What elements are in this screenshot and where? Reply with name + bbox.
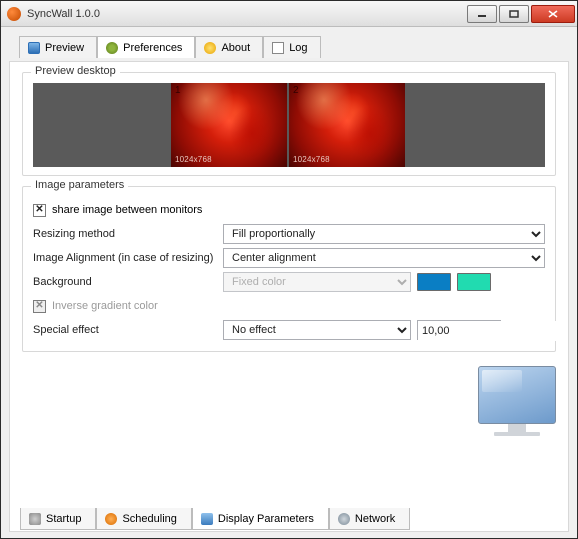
inverse-gradient-row: ✕ Inverse gradient color <box>33 295 545 317</box>
tab-panel: Preview desktop 1 1024x768 2 1024x768 <box>9 61 569 532</box>
gear-icon <box>106 42 118 54</box>
titlebar: SyncWall 1.0.0 <box>1 1 577 27</box>
special-effect-spinner[interactable]: ▲ ▼ <box>417 320 501 340</box>
desktop-preview: 1 1024x768 2 1024x768 <box>33 83 545 167</box>
image-alignment-select[interactable]: Center alignment <box>223 248 545 268</box>
background-select: Fixed color <box>223 272 411 292</box>
maximize-button[interactable] <box>499 5 529 23</box>
image-parameters-group: Image parameters ✕ share image between m… <box>22 186 556 352</box>
image-alignment-label: Image Alignment (in case of resizing) <box>33 252 223 264</box>
monitor-preview-1[interactable]: 1 1024x768 <box>171 83 287 167</box>
group-legend: Preview desktop <box>31 65 120 77</box>
background-color-1[interactable] <box>417 273 451 291</box>
inverse-gradient-checkbox: ✕ <box>33 300 46 313</box>
tab-label: Display Parameters <box>218 513 314 525</box>
minimize-button[interactable] <box>467 5 497 23</box>
tab-startup[interactable]: Startup <box>20 508 96 530</box>
tab-label: About <box>221 42 250 54</box>
background-color-2[interactable] <box>457 273 491 291</box>
special-effect-label: Special effect <box>33 324 223 336</box>
globe-icon <box>338 513 350 525</box>
background-label: Background <box>33 276 223 288</box>
tab-label: Preview <box>45 42 84 54</box>
info-icon <box>204 42 216 54</box>
display-icon <box>201 513 213 525</box>
tab-about[interactable]: About <box>195 36 263 58</box>
tab-label: Startup <box>46 513 81 525</box>
group-legend: Image parameters <box>31 179 128 191</box>
monitor-number: 1 <box>175 85 181 96</box>
main-window: SyncWall 1.0.0 Preview Preferences About <box>0 0 578 539</box>
resizing-method-label: Resizing method <box>33 228 223 240</box>
tab-scheduling[interactable]: Scheduling <box>96 508 191 530</box>
document-icon <box>272 42 284 54</box>
app-icon <box>7 7 21 21</box>
tab-log[interactable]: Log <box>263 36 320 58</box>
tab-display-parameters[interactable]: Display Parameters <box>192 508 329 530</box>
clock-icon <box>105 513 117 525</box>
client-area: Preview Preferences About Log Preview de… <box>1 27 577 538</box>
tab-label: Network <box>355 513 395 525</box>
tab-preferences[interactable]: Preferences <box>97 36 195 58</box>
spinner-input[interactable] <box>418 321 568 341</box>
share-image-checkbox[interactable]: ✕ <box>33 204 46 217</box>
checkbox-label: share image between monitors <box>52 204 202 216</box>
window-title: SyncWall 1.0.0 <box>27 8 100 20</box>
tab-network[interactable]: Network <box>329 508 410 530</box>
resizing-method-select[interactable]: Fill proportionally <box>223 224 545 244</box>
monitor-preview-2[interactable]: 2 1024x768 <box>289 83 405 167</box>
monitor-number: 2 <box>293 85 299 96</box>
tab-label: Preferences <box>123 42 182 54</box>
share-image-row: ✕ share image between monitors <box>33 199 545 221</box>
special-effect-select[interactable]: No effect <box>223 320 411 340</box>
monitor-resolution: 1024x768 <box>175 155 212 164</box>
image-icon <box>28 42 40 54</box>
monitor-resolution: 1024x768 <box>293 155 330 164</box>
checkbox-label: Inverse gradient color <box>52 300 158 312</box>
disk-icon <box>29 513 41 525</box>
preview-desktop-group: Preview desktop 1 1024x768 2 1024x768 <box>22 72 556 176</box>
top-tabstrip: Preview Preferences About Log <box>9 35 569 57</box>
tab-label: Scheduling <box>122 513 176 525</box>
preferences-panel: Preview desktop 1 1024x768 2 1024x768 <box>10 62 568 503</box>
monitor-illustration <box>478 366 556 436</box>
tab-label: Log <box>289 42 307 54</box>
bottom-tabstrip: Startup Scheduling Display Parameters Ne… <box>10 509 568 531</box>
close-button[interactable] <box>531 5 575 23</box>
tab-preview[interactable]: Preview <box>19 36 97 58</box>
monitor-screen-icon <box>478 366 556 424</box>
